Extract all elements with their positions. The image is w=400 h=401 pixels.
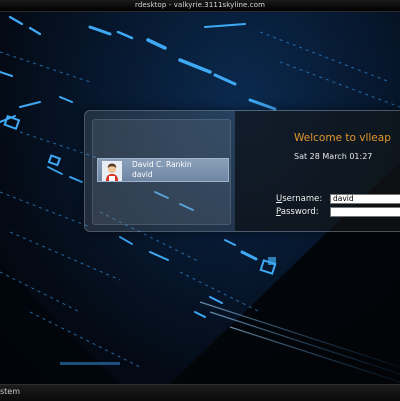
username-label: Username: xyxy=(276,194,322,204)
user-list-item[interactable]: David C. Rankin david xyxy=(97,158,229,182)
user-full-name: David C. Rankin xyxy=(132,160,192,169)
desktop-background: David C. Rankin david Welcome to vlleap … xyxy=(0,12,400,384)
username-label-text: sername: xyxy=(282,194,323,204)
date-time-display: Sat 28 March 01:27 xyxy=(294,152,373,161)
taskbar-system-label[interactable]: stem xyxy=(0,387,20,396)
taskbar: stem xyxy=(0,384,400,401)
password-input[interactable] xyxy=(330,207,400,217)
user-avatar-icon xyxy=(102,161,122,181)
username-input[interactable] xyxy=(330,194,400,204)
welcome-heading: Welcome to vlleap xyxy=(294,132,391,144)
password-label: Password: xyxy=(276,207,319,217)
user-login-name: david xyxy=(132,170,153,179)
password-label-text: assword: xyxy=(280,207,319,217)
window-titlebar: rdesktop - valkyrie.3111skyline.com xyxy=(0,0,400,12)
user-list: David C. Rankin david xyxy=(92,119,231,225)
